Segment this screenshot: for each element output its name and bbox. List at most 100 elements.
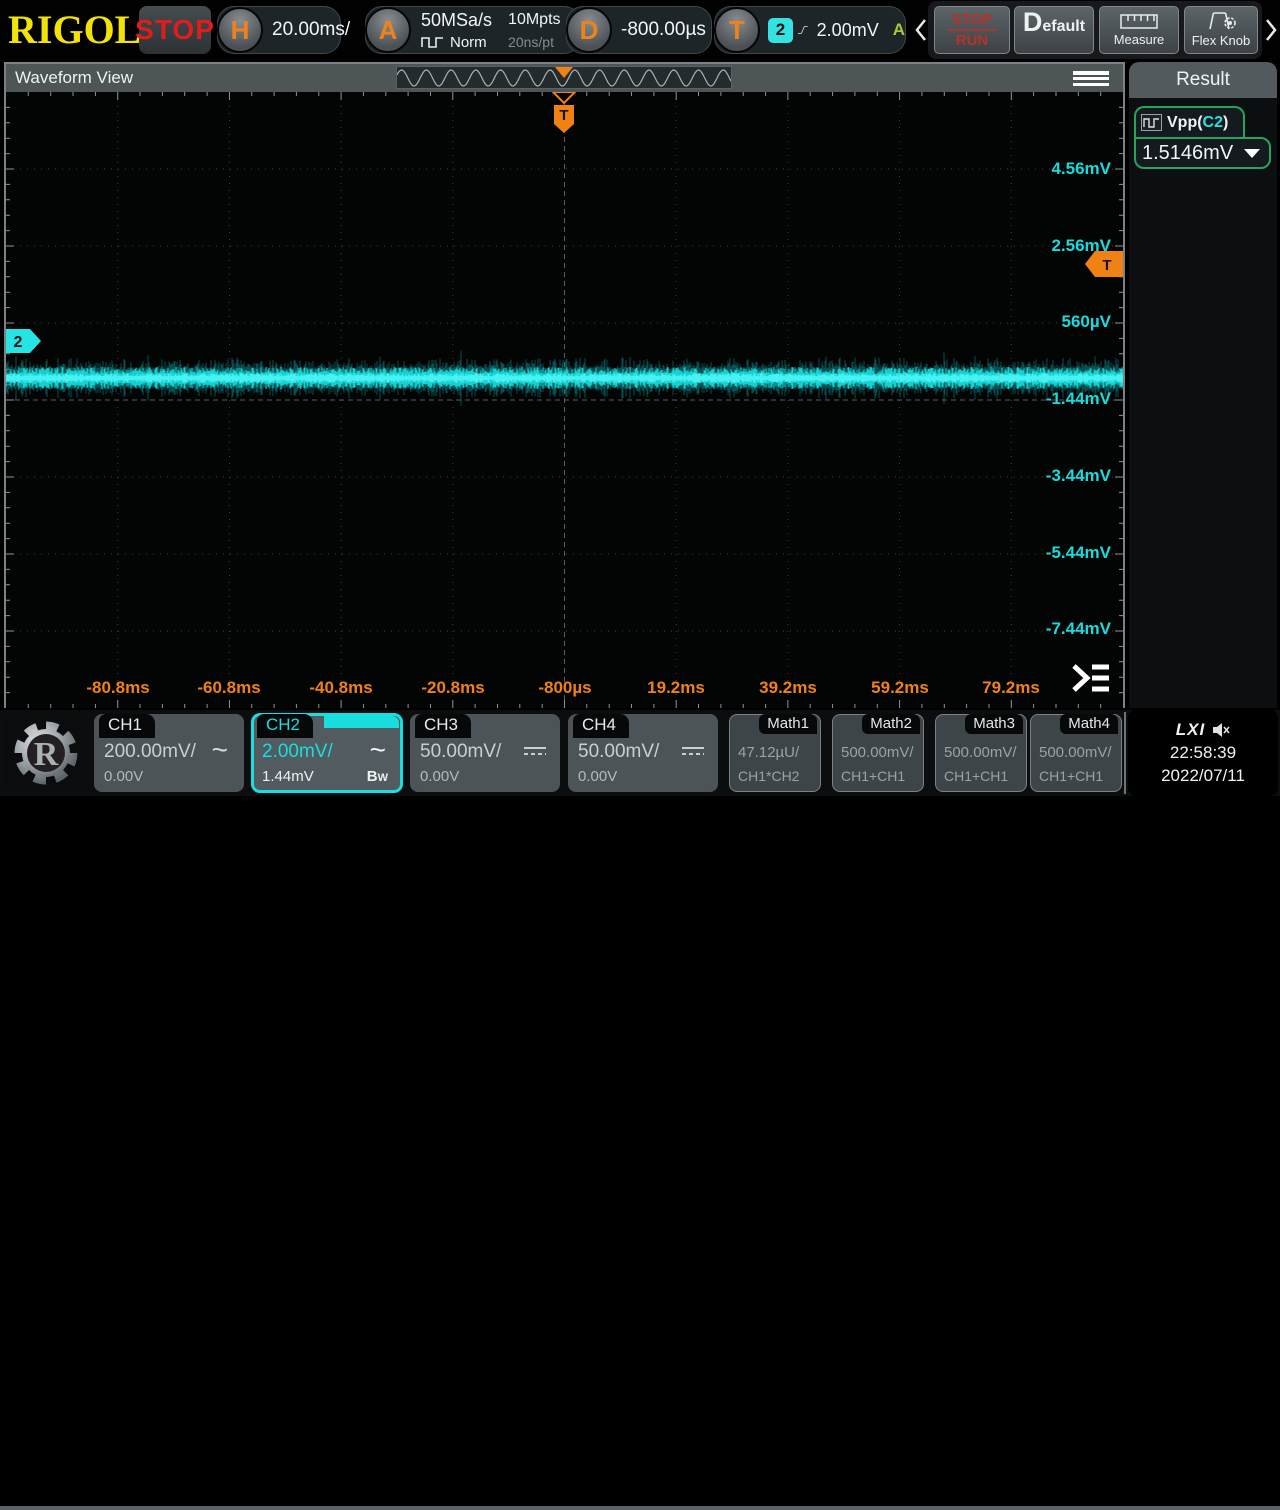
delay-value: -800.00µs — [621, 19, 706, 41]
sound-muted-icon — [1212, 722, 1230, 738]
voltage-label: -1.44mV — [1046, 388, 1111, 409]
acquire-mode: Norm — [421, 34, 492, 51]
horizontal-knob-icon[interactable]: H — [217, 7, 263, 53]
math3-card[interactable]: Math3 500.00mV/ CH1+CH1 — [935, 714, 1027, 792]
default-button[interactable]: Default — [1014, 6, 1094, 54]
time-label: 59.2ms — [871, 678, 929, 698]
time-label: -60.8ms — [197, 678, 260, 698]
trigger-pill[interactable]: T 2 2.00mV A — [714, 6, 906, 54]
voltage-label: -3.44mV — [1046, 465, 1111, 486]
channel4-offset: 0.00V — [578, 768, 617, 785]
svg-text:T: T — [559, 107, 568, 124]
math4-tab[interactable]: Math4 — [1060, 714, 1118, 734]
grid-and-trace-canvas — [6, 92, 1123, 708]
channel3-scale: 50.00mV/ — [420, 741, 501, 763]
measurement-value: 1.5146mV — [1142, 142, 1233, 165]
channel1-card[interactable]: CH1 200.00mV/ ~ 0.00V — [94, 714, 244, 792]
bottombar-divider — [1124, 712, 1126, 794]
measurement-card-label: Vpp(C2) — [1134, 106, 1245, 137]
channel1-offset: 0.00V — [104, 768, 143, 785]
acquisition-pill[interactable]: A 50MSa/s 10Mpts Norm 20ns/pt — [365, 6, 581, 54]
math1-card[interactable]: Math1 47.12µU/ CH1*CH2 — [729, 714, 821, 792]
voltage-label: -7.44mV — [1046, 618, 1111, 639]
math3-scale: 500.00mV/ — [944, 744, 1017, 761]
trigger-level-marker[interactable]: T — [1085, 251, 1123, 277]
chevron-down-icon[interactable] — [1244, 149, 1260, 158]
channel4-scale: 50.00mV/ — [578, 741, 659, 763]
measurement-name: Vpp(C2) — [1167, 114, 1228, 132]
math2-card[interactable]: Math2 500.00mV/ CH1+CH1 — [832, 714, 924, 792]
channel1-tab[interactable]: CH1 — [99, 714, 155, 738]
acquire-knob-icon[interactable]: A — [365, 7, 411, 53]
dc-coupling-icon — [682, 747, 704, 759]
overview-trigger-position-icon[interactable] — [555, 67, 573, 78]
bottom-edge-line — [0, 1506, 1280, 1510]
channel4-tab[interactable]: CH4 — [573, 714, 629, 738]
lxi-status: LXI — [1176, 720, 1230, 740]
time-label: -80.8ms — [86, 678, 149, 698]
toolbar-scroll-left-icon[interactable] — [914, 17, 928, 43]
measurement-source: C2 — [1203, 114, 1223, 131]
svg-text:T: T — [1102, 257, 1111, 274]
time-resolution: 20ns/pt — [508, 34, 560, 50]
status-clock-panel[interactable]: LXI 22:58:39 2022/07/11 — [1128, 710, 1278, 796]
math4-expression: CH1+CH1 — [1039, 768, 1103, 784]
delay-knob-icon[interactable]: D — [566, 7, 612, 53]
waveform-view-title: Waveform View — [15, 68, 133, 88]
channel1-scale: 200.00mV/ — [104, 741, 196, 763]
ruler-icon — [1120, 14, 1158, 29]
horizontal-scale-pill[interactable]: H 20.00ms/ — [217, 6, 341, 54]
flex-knob-button[interactable]: Flex Knob — [1184, 6, 1258, 54]
math3-tab[interactable]: Math3 — [965, 714, 1023, 734]
math2-tab[interactable]: Math2 — [862, 714, 920, 734]
trigger-position-marker[interactable]: T — [551, 92, 577, 135]
trigger-source-badge: 2 — [768, 18, 793, 43]
channel2-card[interactable]: CH2 2.00mV/ ~ 1.44mV BW — [252, 714, 402, 792]
time-label: -40.8ms — [309, 678, 372, 698]
time-label: -800µs — [538, 678, 591, 698]
math1-scale: 47.12µU/ — [738, 744, 799, 761]
voltage-label: -5.44mV — [1046, 542, 1111, 563]
rising-edge-icon — [797, 17, 809, 43]
channel3-card[interactable]: CH3 50.00mV/ 0.00V — [410, 714, 560, 792]
stop-run-button[interactable]: STOP RUN — [934, 6, 1010, 54]
channel2-scale: 2.00mV/ — [262, 741, 333, 763]
svg-text:2: 2 — [14, 334, 23, 351]
ac-coupling-icon: ~ — [370, 734, 386, 766]
voltage-label: 4.56mV — [1051, 158, 1111, 179]
waveform-view-header: Waveform View — [6, 64, 1123, 92]
memory-depth: 10Mpts — [508, 11, 560, 29]
sample-rate: 50MSa/s — [421, 10, 492, 31]
math4-card[interactable]: Math4 500.00mV/ CH1+CH1 — [1030, 714, 1122, 792]
waveform-grid[interactable]: 4.56mV 2.56mV 560µV -1.44mV -3.44mV -5.4… — [6, 92, 1123, 708]
expand-menu-icon[interactable] — [1071, 663, 1111, 693]
measure-button[interactable]: Measure — [1099, 6, 1179, 54]
vpp-measure-icon — [1141, 114, 1162, 131]
trigger-knob-icon[interactable]: T — [714, 7, 760, 53]
channel4-card[interactable]: CH4 50.00mV/ 0.00V — [568, 714, 718, 792]
math1-tab[interactable]: Math1 — [759, 714, 817, 734]
toolbar-scroll-right-icon[interactable] — [1264, 17, 1278, 43]
acquisition-info: 50MSa/s 10Mpts Norm 20ns/pt — [421, 10, 561, 51]
channel2-tab[interactable]: CH2 — [257, 714, 313, 738]
menu-icon[interactable] — [1073, 71, 1109, 86]
measurement-card-vpp[interactable]: Vpp(C2) 1.5146mV — [1134, 106, 1271, 169]
math4-scale: 500.00mV/ — [1039, 744, 1112, 761]
rigol-logo: RIGOL — [8, 8, 141, 52]
knob-icon — [1204, 12, 1238, 30]
rigol-gear-button[interactable]: R — [4, 713, 88, 793]
system-date: 2022/07/11 — [1161, 766, 1245, 786]
delay-pill[interactable]: D -800.00µs — [566, 6, 712, 54]
time-label: 19.2ms — [647, 678, 705, 698]
system-time: 22:58:39 — [1170, 743, 1236, 763]
channel2-active-strip — [324, 716, 399, 728]
run-state-badge[interactable]: STOP — [139, 6, 211, 54]
channel3-tab[interactable]: CH3 — [415, 714, 471, 738]
result-panel-title: Result — [1129, 62, 1277, 98]
waveform-overview-strip[interactable] — [396, 66, 732, 89]
channel2-offset: 1.44mV — [262, 768, 314, 785]
channel2-ground-marker[interactable]: 2 — [6, 329, 42, 353]
trigger-sweep-mode: A — [893, 20, 905, 40]
time-label: -20.8ms — [421, 678, 484, 698]
math2-expression: CH1+CH1 — [841, 768, 905, 784]
